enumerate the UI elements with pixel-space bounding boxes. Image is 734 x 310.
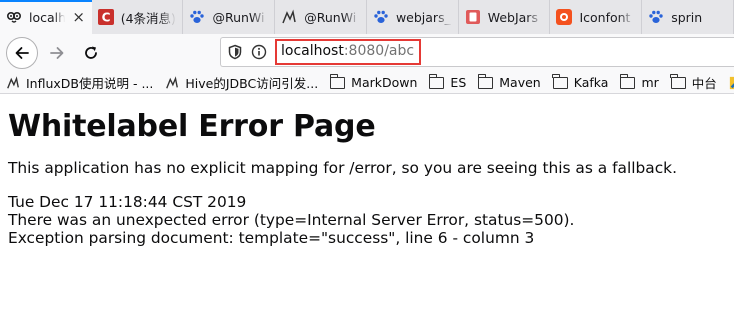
bookmark-more[interactable] <box>729 76 734 90</box>
url-path: :8080/abc <box>343 43 415 59</box>
url-bar[interactable]: localhost:8080/abc <box>220 37 734 67</box>
tab-title: Iconfont <box>579 9 631 25</box>
url-text[interactable]: localhost:8080/abc <box>275 39 422 65</box>
reload-button[interactable] <box>76 38 106 68</box>
tab-webjars-baidu[interactable]: webjars_ <box>367 0 459 34</box>
paw-icon <box>648 9 664 25</box>
webjars-icon <box>465 9 481 25</box>
bookmark-label: 中台 <box>691 76 717 91</box>
forward-arrow-icon <box>50 47 64 59</box>
svg-text:C: C <box>101 11 110 25</box>
bookmark-label: Kafka <box>573 75 609 90</box>
back-button[interactable] <box>6 37 38 69</box>
bookmark-influxdb[interactable]: InfluxDB使用说明 - ... <box>6 73 153 92</box>
bookmarks-bar: InfluxDB使用说明 - ... Hive的JDBC访问引发... Mark… <box>0 72 734 94</box>
feather-icon <box>281 9 297 25</box>
info-icon[interactable] <box>249 42 269 62</box>
bookmark-folder-zhongtai[interactable]: 中台 <box>670 73 717 92</box>
bookmark-label: Hive的JDBC访问引发... <box>185 76 319 91</box>
error-message: There was an unexpected error (type=Inte… <box>8 211 575 229</box>
error-description: This application has no explicit mapping… <box>8 159 677 177</box>
tab-runwi-1[interactable]: @RunWi <box>183 0 276 34</box>
folder-icon <box>619 73 636 89</box>
exception-message: Exception parsing document: template="su… <box>8 229 535 247</box>
feather-icon <box>7 75 19 89</box>
folder-icon <box>329 73 346 89</box>
tab-csdn[interactable]: C (4条消息) <box>92 0 184 34</box>
folder-icon <box>428 73 445 89</box>
folder-icon <box>552 73 568 89</box>
tab-title: (4条消息) <box>120 10 176 26</box>
navigation-bar: localhost:8080/abc <box>0 34 734 72</box>
tab-title: @RunWi <box>212 9 265 25</box>
page-content: Whitelabel Error Page This application h… <box>8 94 728 247</box>
bookmark-folder-es[interactable]: ES <box>428 73 467 90</box>
bookmark-label: mr <box>641 75 659 90</box>
error-details: Tue Dec 17 11:18:44 CST 2019 There was a… <box>8 193 728 247</box>
shield-icon[interactable] <box>225 42 245 62</box>
tab-iconfont[interactable]: Iconfont <box>550 0 643 34</box>
bookmark-folder-mr[interactable]: mr <box>619 73 659 90</box>
bookmark-label: ES <box>450 75 467 90</box>
paw-icon <box>373 9 389 25</box>
tab-webjars[interactable]: WebJars <box>459 0 551 34</box>
page-title: Whitelabel Error Page <box>8 109 376 144</box>
bookmark-hive-jdbc[interactable]: Hive的JDBC访问引发... <box>165 73 318 92</box>
folder-icon <box>477 73 494 89</box>
folder-icon <box>670 73 686 89</box>
bookmark-label: InfluxDB使用说明 - ... <box>26 76 154 91</box>
paw-icon <box>189 9 205 25</box>
csdn-icon: C <box>97 9 114 25</box>
tab-title: sprin <box>671 9 703 25</box>
feather-icon <box>166 75 179 89</box>
tab-localhost[interactable]: localh × <box>0 0 92 34</box>
bookmark-label: MarkDown <box>351 75 418 90</box>
tab-title: @RunWi <box>304 9 357 25</box>
tab-strip: localh × C (4条消息) @RunWi @RunWi webjars_… <box>0 0 734 34</box>
bookmark-folder-maven[interactable]: Maven <box>477 73 541 90</box>
url-host: localhost <box>281 43 344 59</box>
error-timestamp: Tue Dec 17 11:18:44 CST 2019 <box>8 193 247 211</box>
back-arrow-icon <box>15 47 29 59</box>
bookmark-label: Maven <box>499 75 541 90</box>
tab-title: localh <box>29 9 65 25</box>
tab-title: WebJars <box>487 9 538 25</box>
forward-button[interactable] <box>42 38 72 68</box>
bookmark-folder-kafka[interactable]: Kafka <box>552 73 609 90</box>
tab-runwi-2[interactable]: @RunWi <box>275 0 367 34</box>
bookmark-site-icon <box>729 76 734 89</box>
owl-icon <box>6 9 22 25</box>
tab-title: webjars_ <box>395 9 451 25</box>
reload-icon <box>85 46 97 59</box>
close-icon[interactable]: × <box>72 8 86 26</box>
bookmark-folder-markdown[interactable]: MarkDown <box>329 73 418 90</box>
iconfont-icon <box>556 9 573 25</box>
tab-spring[interactable]: sprin <box>642 0 734 34</box>
